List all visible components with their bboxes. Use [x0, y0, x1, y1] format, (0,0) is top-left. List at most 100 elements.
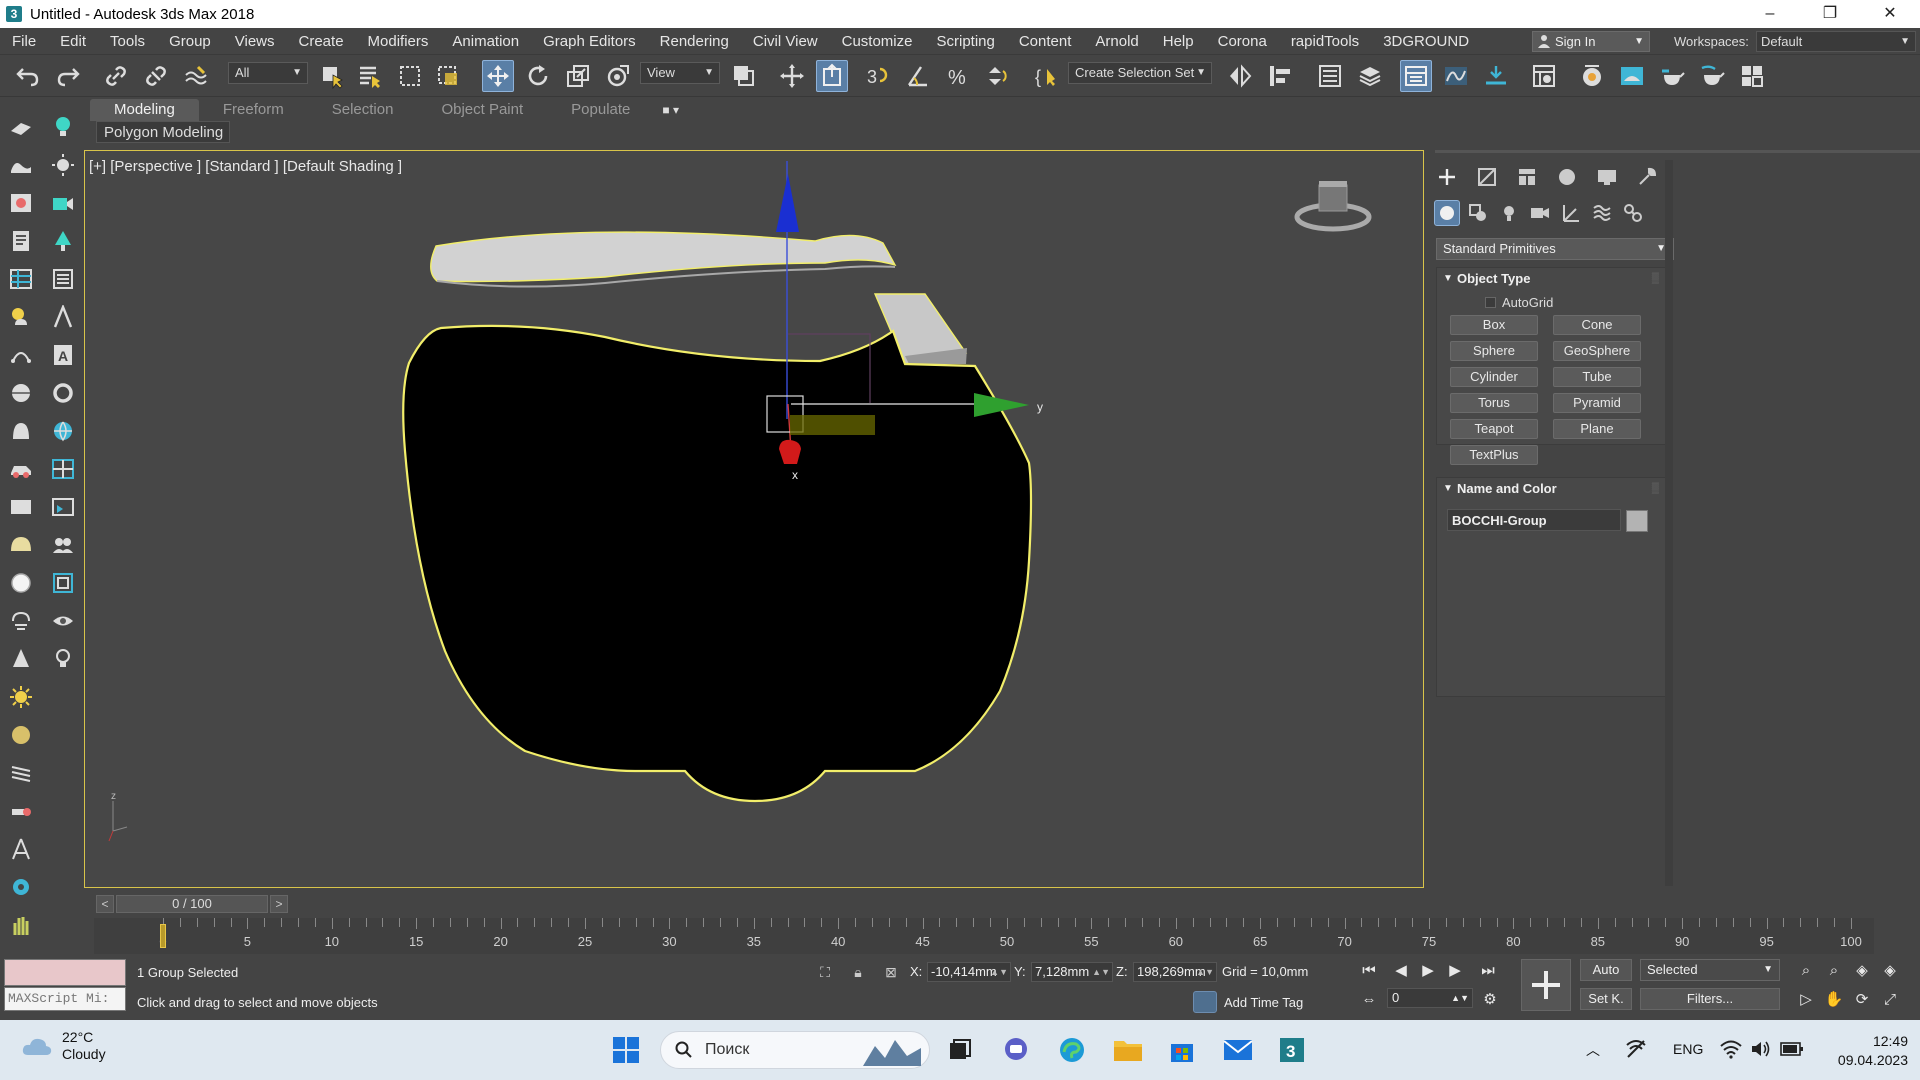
object-name-field[interactable]: [1447, 509, 1621, 531]
globe-tool[interactable]: [50, 418, 76, 444]
camera-tool[interactable]: [50, 190, 76, 216]
time-configuration-button[interactable]: ⚙: [1478, 988, 1502, 1012]
spinner-icon[interactable]: ▲▼: [990, 963, 1008, 981]
time-slider-value[interactable]: 0 / 100: [116, 895, 268, 913]
cylinder-button[interactable]: Cylinder: [1450, 367, 1538, 387]
key-filters-button[interactable]: Filters...: [1640, 988, 1780, 1010]
previous-frame-button[interactable]: ◀︎: [1389, 959, 1413, 983]
ball-tool[interactable]: [8, 570, 34, 596]
store-app[interactable]: [1164, 1032, 1200, 1068]
cone-button[interactable]: Cone: [1553, 315, 1641, 335]
sphere-tool[interactable]: [8, 380, 34, 406]
system-clock[interactable]: 12:49 09.04.2023: [1822, 1032, 1908, 1070]
menu-views[interactable]: Views: [223, 33, 287, 50]
shapes-category[interactable]: [1465, 200, 1491, 226]
time-tag-icon[interactable]: [1193, 991, 1217, 1013]
tab-populate[interactable]: Populate: [547, 99, 654, 121]
unlink-button[interactable]: [140, 60, 172, 92]
maxscript-listener-output[interactable]: [4, 959, 126, 986]
cone-tool[interactable]: [8, 646, 34, 672]
geosphere-button[interactable]: GeoSphere: [1553, 341, 1641, 361]
helpers-category[interactable]: [1558, 200, 1584, 226]
task-view-button[interactable]: [942, 1032, 978, 1068]
select-object-button[interactable]: [316, 60, 348, 92]
sun-light-tool[interactable]: [50, 152, 76, 178]
tab-freeform[interactable]: Freeform: [199, 99, 308, 121]
menu-customize[interactable]: Customize: [830, 33, 925, 50]
space-warps-category[interactable]: [1589, 200, 1615, 226]
start-button[interactable]: [608, 1032, 644, 1068]
edit-named-selections-button[interactable]: {: [1030, 60, 1062, 92]
orbit-icon[interactable]: ⟳: [1850, 988, 1874, 1012]
mail-app[interactable]: [1220, 1032, 1256, 1068]
toggle-ribbon-button[interactable]: [1400, 60, 1432, 92]
redo-button[interactable]: [52, 60, 84, 92]
name-and-color-header[interactable]: ▼ Name and Color ▒: [1437, 478, 1665, 500]
torus-tool[interactable]: [50, 380, 76, 406]
spinner-snap-button[interactable]: [982, 60, 1014, 92]
field-of-view-icon[interactable]: ▷: [1794, 988, 1818, 1012]
tab-object-paint[interactable]: Object Paint: [417, 99, 547, 121]
tab-selection[interactable]: Selection: [308, 99, 418, 121]
menu-file[interactable]: File: [0, 33, 48, 50]
pyramid-button[interactable]: Pyramid: [1553, 393, 1641, 413]
perspective-viewport[interactable]: [+] [Perspective ] [Standard ] [Default …: [84, 150, 1424, 888]
next-frame-button[interactable]: >: [270, 895, 288, 913]
sphere-button[interactable]: Sphere: [1450, 341, 1538, 361]
selection-lock-icon[interactable]: 🔒︎: [848, 962, 868, 982]
hair-tool[interactable]: [8, 760, 34, 786]
systems-category[interactable]: [1620, 200, 1646, 226]
autogrid-checkbox[interactable]: AutoGrid: [1485, 295, 1553, 310]
maxscript-mini-listener[interactable]: MAXScript Mi:: [4, 987, 126, 1011]
render-active-shade-button[interactable]: [1696, 60, 1728, 92]
geometry-category[interactable]: [1434, 200, 1460, 226]
set-key-button[interactable]: Set K.: [1580, 988, 1632, 1010]
close-button[interactable]: ✕: [1860, 0, 1920, 28]
render-production-button[interactable]: [1656, 60, 1688, 92]
percent-snap-button[interactable]: %: [942, 60, 974, 92]
minimize-button[interactable]: –: [1740, 0, 1800, 28]
time-slider[interactable]: < 0 / 100 >: [96, 895, 288, 913]
tab-modeling[interactable]: Modeling: [90, 99, 199, 121]
gizmo-z-arrow[interactable]: [776, 174, 799, 232]
3dsmax-app[interactable]: 3: [1274, 1032, 1310, 1068]
menu-rendering[interactable]: Rendering: [648, 33, 741, 50]
track-bar[interactable]: 0510152025303540455055606570758085909510…: [94, 918, 1874, 954]
material-editor-button[interactable]: [1528, 60, 1560, 92]
hierarchy-tab[interactable]: [1514, 164, 1540, 190]
ribbon-options-button[interactable]: ■ ▾: [654, 99, 687, 121]
document-tool[interactable]: [8, 228, 34, 254]
select-and-place-button[interactable]: [602, 60, 634, 92]
zoom-extents-all-icon[interactable]: ◈: [1878, 959, 1902, 983]
isolate-selection-icon[interactable]: ⛶: [815, 962, 835, 982]
maximize-viewport-icon[interactable]: ⤢: [1878, 988, 1902, 1012]
y-coord-field[interactable]: 7,128mm ▲▼: [1031, 962, 1113, 982]
render-frame-grid-button[interactable]: [1736, 60, 1768, 92]
settings-tool[interactable]: [8, 874, 34, 900]
measure-tool[interactable]: [8, 836, 34, 862]
menu-create[interactable]: Create: [287, 33, 356, 50]
window-frame-tool[interactable]: [50, 570, 76, 596]
select-and-scale-button[interactable]: [562, 60, 594, 92]
bend-tool[interactable]: [50, 304, 76, 330]
bulb-outline-tool[interactable]: [50, 646, 76, 672]
material-tool[interactable]: [8, 190, 34, 216]
weather-tool[interactable]: [8, 304, 34, 330]
weather-widget[interactable]: 22°C Cloudy: [22, 1029, 106, 1063]
display-tab[interactable]: [1594, 164, 1620, 190]
file-explorer-app[interactable]: [1110, 1032, 1146, 1068]
x-coord-field[interactable]: -10,414mm ▲▼: [927, 962, 1011, 982]
gizmo-plane-handle[interactable]: [790, 415, 875, 435]
sculpt-tool[interactable]: [8, 418, 34, 444]
workspace-dropdown[interactable]: Default ▼: [1756, 31, 1916, 52]
menu-tools[interactable]: Tools: [98, 33, 157, 50]
set-key-big-button[interactable]: [1521, 959, 1571, 1011]
box-button[interactable]: Box: [1450, 315, 1538, 335]
eye-tool[interactable]: [50, 608, 76, 634]
select-and-move-button[interactable]: [482, 60, 514, 92]
menu-help[interactable]: Help: [1151, 33, 1206, 50]
schematic-view-button[interactable]: [1480, 60, 1512, 92]
spinner-icon[interactable]: ▲▼: [1196, 963, 1214, 981]
lights-category[interactable]: [1496, 200, 1522, 226]
reference-coord-dropdown[interactable]: View ▼: [640, 62, 720, 84]
